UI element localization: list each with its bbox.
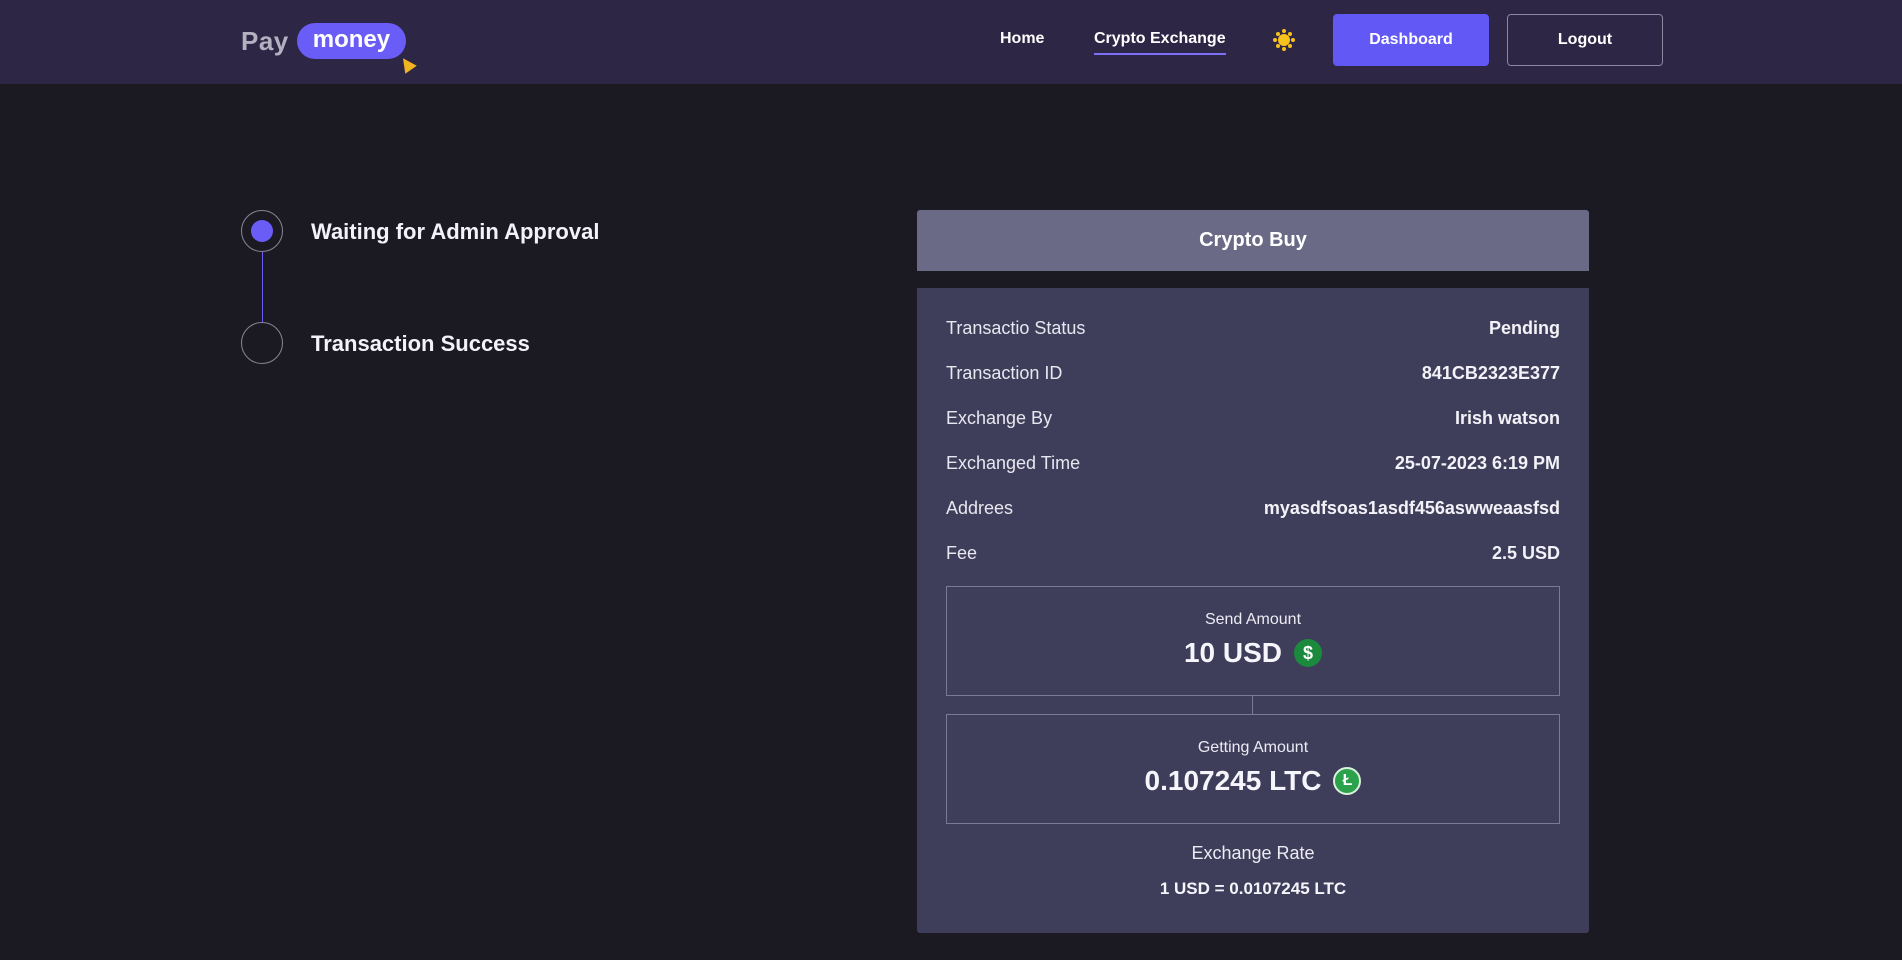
theme-toggle-button[interactable]: [1270, 26, 1298, 54]
row-value: myasdfsoas1asdf456aswweaasfsd: [1263, 497, 1560, 518]
getting-amount-label: Getting Amount: [1197, 739, 1309, 756]
send-amount-value: 10 USD: [1183, 637, 1283, 668]
nav-home-link[interactable]: Home: [1000, 30, 1044, 48]
transaction-details-card: Transactio Status Pending Transaction ID…: [917, 288, 1589, 933]
paymoney-logo[interactable]: Pay money: [241, 22, 417, 74]
row-transaction-status: Transactio Status Pending: [946, 316, 1560, 340]
logout-button[interactable]: Logout: [1507, 14, 1663, 66]
nav-crypto-exchange-link[interactable]: Crypto Exchange: [1094, 30, 1226, 55]
status-badge: Pending: [1489, 317, 1560, 338]
exchange-rate-label: Exchange Rate: [1191, 843, 1315, 863]
exchange-rate-value: 1 USD = 0.0107245 LTC: [1159, 879, 1347, 898]
active-nav-underline: [1094, 53, 1226, 55]
logo-money-text: money: [312, 26, 391, 53]
row-exchanged-time: Exchanged Time 25-07-2023 6:19 PM: [946, 451, 1560, 475]
row-label: Transaction ID: [946, 362, 1063, 383]
logo-pay-text: Pay: [241, 25, 289, 56]
top-navbar: Pay money Home Crypto Exchange Dashboard…: [0, 0, 1902, 84]
usd-coin-icon: $: [1294, 639, 1323, 667]
getting-amount-value-wrap: 0.107245 LTC Ł: [947, 765, 1559, 797]
row-label: Transactio Status: [946, 317, 1086, 338]
row-exchange-by: Exchange By Irish watson: [946, 406, 1560, 430]
getting-amount-value: 0.107245 LTC: [1144, 765, 1322, 796]
row-fee: Fee 2.5 USD: [946, 541, 1560, 565]
sun-icon: [1278, 34, 1290, 46]
row-label: Addrees: [946, 497, 1014, 518]
step-waiting-label: Waiting for Admin Approval: [311, 219, 600, 244]
step-success-indicator: [241, 322, 283, 364]
row-value: 25-07-2023 6:19 PM: [1394, 452, 1560, 473]
row-label: Exchanged Time: [946, 452, 1081, 473]
logo-money-badge: money: [296, 23, 417, 74]
send-amount-box: Send Amount 10 USD $: [946, 586, 1560, 696]
row-value: Irish watson: [1454, 407, 1560, 428]
card-title: Crypto Buy: [917, 210, 1589, 271]
row-transaction-id: Transaction ID 841CB2323E377: [946, 361, 1560, 385]
step-success-label: Transaction Success: [311, 331, 530, 356]
nav-crypto-exchange-label: Crypto Exchange: [1094, 30, 1226, 47]
send-amount-value-wrap: 10 USD $: [947, 637, 1559, 669]
ltc-coin-icon: Ł: [1333, 767, 1362, 795]
stepper-connector-line: [262, 252, 263, 322]
send-amount-label: Send Amount: [1204, 611, 1302, 628]
step-waiting-indicator: [241, 210, 283, 252]
row-label: Fee: [946, 542, 978, 563]
row-value: 841CB2323E377: [1421, 362, 1560, 383]
dashboard-button[interactable]: Dashboard: [1333, 14, 1489, 66]
getting-amount-box: Getting Amount 0.107245 LTC Ł: [946, 714, 1560, 824]
row-label: Exchange By: [946, 407, 1053, 428]
amount-connector-line: [1252, 696, 1253, 714]
logo-cursor-icon: [397, 54, 417, 74]
row-value: 2.5 USD: [1491, 542, 1560, 563]
row-address: Addrees myasdfsoas1asdf456aswweaasfsd: [946, 496, 1560, 520]
